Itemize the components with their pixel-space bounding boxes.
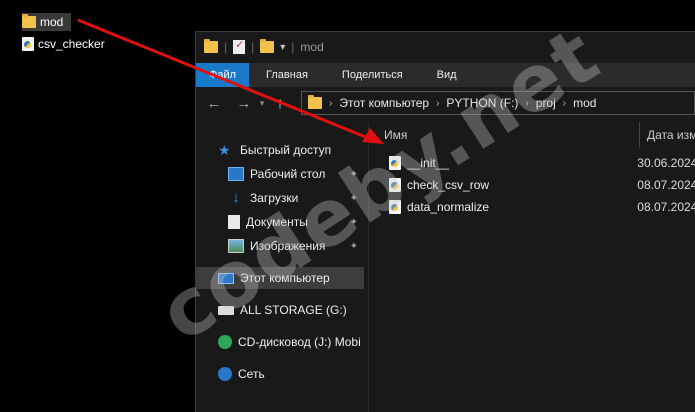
desktop-item-label: csv_checker [38,37,105,51]
nav-drive-g[interactable]: ALL STORAGE (G:) [196,299,364,321]
computer-icon [218,272,234,284]
explorer-window: | | ▾ | mod Файл Главная Поделиться Вид … [195,31,695,412]
document-icon [228,215,240,229]
column-date-header[interactable]: Дата изме [639,122,695,148]
nav-network[interactable]: Сеть [196,363,364,385]
tab-file[interactable]: Файл [196,63,250,87]
nav-pictures[interactable]: Изображения ✦ [196,235,364,257]
address-row: ← → ▾ ↑ › Этот компьютер › PYTHON (F:) ›… [196,89,695,117]
tab-view[interactable]: Вид [420,63,474,87]
breadcrumb-python-drive[interactable]: PYTHON (F:) [446,96,518,110]
divider: | [251,40,255,54]
ribbon: Файл Главная Поделиться Вид [196,63,695,87]
cd-drive-icon [218,335,232,349]
download-icon: ↓ [232,189,240,206]
chevron-right-icon[interactable]: › [329,98,332,109]
column-name-header[interactable]: Имя [369,128,639,142]
python-file-icon [389,200,401,214]
back-arrow-icon[interactable]: ← [202,95,226,112]
up-arrow-icon[interactable]: ↑ [268,95,292,112]
chevron-right-icon[interactable]: › [563,98,566,109]
drive-icon [218,305,234,315]
breadcrumb-proj[interactable]: proj [536,96,556,110]
file-row[interactable]: __init__ 30.06.2024 [369,152,695,174]
breadcrumb-mod[interactable]: mod [573,96,596,110]
nav-downloads[interactable]: ↓ Загрузки ✦ [196,187,364,209]
pin-icon[interactable]: ✦ [350,169,358,180]
nav-quick-access[interactable]: ★ Быстрый доступ [196,139,364,161]
pictures-icon [228,239,244,253]
folder-icon [22,14,36,28]
star-icon: ★ [218,142,231,158]
nav-desktop[interactable]: Рабочий стол ✦ [196,163,364,185]
address-bar[interactable]: › Этот компьютер › PYTHON (F:) › proj › … [301,91,695,115]
python-file-icon [389,156,401,170]
properties-icon[interactable] [233,38,246,54]
forward-arrow-icon[interactable]: → [232,95,256,112]
nav-documents[interactable]: Документы ✦ [196,211,364,233]
window-title: mod [300,40,324,54]
folder-icon [308,95,322,109]
quick-access-dropdown-icon[interactable]: ▾ [280,42,285,53]
title-bar: | | ▾ | mod [196,32,695,62]
divider: | [224,40,228,54]
python-file-icon [389,178,401,192]
chevron-right-icon[interactable]: › [436,98,439,109]
file-row[interactable]: data_normalize 08.07.2024 [369,196,695,218]
file-list: Имя Дата изме __init__ 30.06.2024 check_… [368,122,695,412]
recent-locations-chevron-icon[interactable]: ▾ [256,98,268,109]
divider: | [291,40,295,54]
pin-icon[interactable]: ✦ [350,193,358,204]
tab-home[interactable]: Главная [249,63,325,87]
nav-drive-j[interactable]: CD-дисковод (J:) Mobi [196,331,364,353]
tab-share[interactable]: Поделиться [325,63,420,87]
python-file-icon [22,37,34,51]
new-folder-icon[interactable] [260,39,275,53]
nav-this-pc[interactable]: Этот компьютер [196,267,364,289]
desktop-icon [228,167,244,181]
folder-icon [204,39,218,53]
pin-icon[interactable]: ✦ [350,241,358,252]
column-header: Имя Дата изме [369,122,695,148]
network-icon [218,367,232,381]
desktop-item-csv-checker[interactable]: csv_checker [22,35,105,53]
breadcrumb-this-pc[interactable]: Этот компьютер [339,96,429,110]
desktop-item-label: mod [40,15,64,29]
file-row[interactable]: check_csv_row 08.07.2024 [369,174,695,196]
pin-icon[interactable]: ✦ [350,217,358,228]
chevron-right-icon[interactable]: › [525,98,528,109]
desktop-item-mod[interactable]: mod [22,13,72,31]
